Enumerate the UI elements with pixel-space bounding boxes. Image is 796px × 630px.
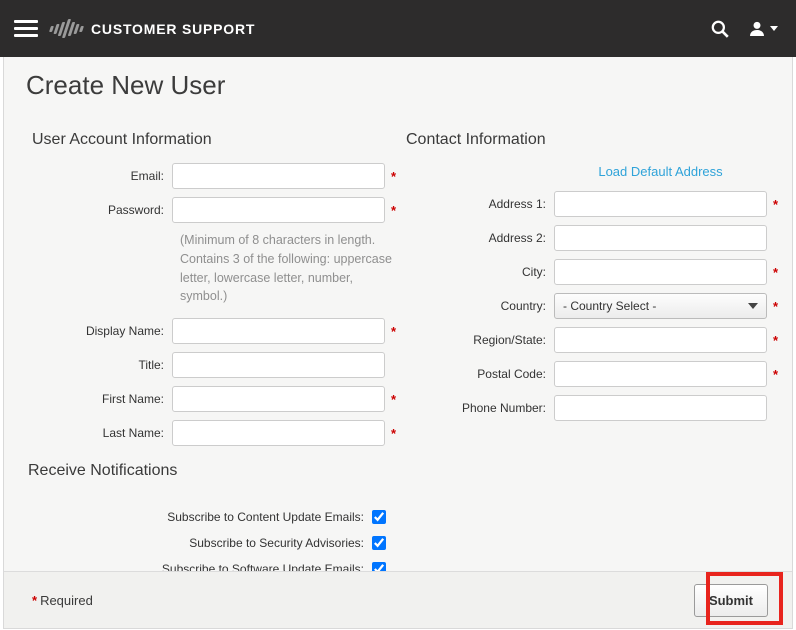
required-asterisk: * (32, 593, 37, 608)
email-label: Email: (20, 169, 172, 183)
security-advisories-row: Subscribe to Security Advisories: (4, 536, 792, 550)
user-menu[interactable] (748, 20, 778, 38)
password-requirements-note: (Minimum of 8 characters in length. Cont… (180, 231, 398, 306)
required-asterisk: * (391, 426, 396, 441)
title-label: Title: (20, 358, 172, 372)
hamburger-menu-icon[interactable] (14, 20, 38, 37)
chevron-down-icon (748, 303, 758, 309)
city-row: City: * (404, 259, 792, 285)
phone-number-row: Phone Number: (404, 395, 792, 421)
required-asterisk: * (773, 299, 778, 314)
display-name-row: Display Name: * (20, 318, 404, 344)
region-state-row: Region/State: * (404, 327, 792, 353)
address2-row: Address 2: (404, 225, 792, 251)
password-input[interactable] (172, 197, 385, 223)
required-note: *Required (32, 593, 93, 608)
region-state-input[interactable] (554, 327, 767, 353)
load-default-address-link[interactable]: Load Default Address (598, 164, 722, 179)
submit-button[interactable]: Submit (694, 584, 768, 617)
address1-label: Address 1: (404, 197, 554, 211)
display-name-input[interactable] (172, 318, 385, 344)
security-advisories-label: Subscribe to Security Advisories: (4, 536, 372, 550)
city-label: City: (404, 265, 554, 279)
country-select-value: - Country Select - (563, 299, 656, 313)
first-name-input[interactable] (172, 386, 385, 412)
account-section-title: User Account Information (32, 131, 404, 149)
last-name-row: Last Name: * (20, 420, 404, 446)
required-asterisk: * (391, 203, 396, 218)
email-input[interactable] (172, 163, 385, 189)
search-icon[interactable] (710, 19, 730, 39)
contact-info-section: Contact Information Load Default Address… (404, 131, 792, 454)
last-name-label: Last Name: (20, 426, 172, 440)
content-update-emails-row: Subscribe to Content Update Emails: (4, 510, 792, 524)
content-update-emails-checkbox[interactable] (372, 510, 386, 524)
brand-wave-logo-icon (50, 16, 83, 42)
address1-input[interactable] (554, 191, 767, 217)
address2-input[interactable] (554, 225, 767, 251)
password-label: Password: (20, 203, 172, 217)
country-select[interactable]: - Country Select - (554, 293, 767, 319)
address1-row: Address 1: * (404, 191, 792, 217)
phone-number-label: Phone Number: (404, 401, 554, 415)
country-label: Country: (404, 299, 554, 313)
required-label: Required (40, 593, 93, 608)
brand-title: CUSTOMER SUPPORT (91, 21, 255, 37)
first-name-row: First Name: * (20, 386, 404, 412)
required-asterisk: * (773, 197, 778, 212)
required-asterisk: * (391, 324, 396, 339)
required-asterisk: * (773, 367, 778, 382)
required-asterisk: * (773, 265, 778, 280)
app-window: CUSTOMER SUPPORT Create New User (0, 0, 796, 630)
required-asterisk: * (391, 392, 396, 407)
security-advisories-checkbox[interactable] (372, 536, 386, 550)
notifications-section-title: Receive Notifications (28, 462, 792, 480)
phone-number-input[interactable] (554, 395, 767, 421)
account-info-section: User Account Information Email: * Passwo… (4, 131, 404, 454)
password-row: Password: * (20, 197, 404, 223)
required-asterisk: * (773, 333, 778, 348)
form-footer: *Required Submit (4, 571, 792, 628)
address2-label: Address 2: (404, 231, 554, 245)
email-row: Email: * (20, 163, 404, 189)
country-row: Country: - Country Select - * (404, 293, 792, 319)
last-name-input[interactable] (172, 420, 385, 446)
user-icon (748, 20, 766, 38)
city-input[interactable] (554, 259, 767, 285)
display-name-label: Display Name: (20, 324, 172, 338)
first-name-label: First Name: (20, 392, 172, 406)
top-navbar: CUSTOMER SUPPORT (0, 0, 796, 57)
postal-code-input[interactable] (554, 361, 767, 387)
title-input[interactable] (172, 352, 385, 378)
notifications-section: Receive Notifications Subscribe to Conte… (4, 462, 792, 576)
content-update-emails-label: Subscribe to Content Update Emails: (4, 510, 372, 524)
page-content: Create New User User Account Information… (3, 57, 793, 629)
contact-section-title: Contact Information (406, 131, 792, 149)
postal-code-label: Postal Code: (404, 367, 554, 381)
postal-code-row: Postal Code: * (404, 361, 792, 387)
required-asterisk: * (391, 169, 396, 184)
title-row: Title: (20, 352, 404, 378)
region-state-label: Region/State: (404, 333, 554, 347)
chevron-down-icon (770, 26, 778, 31)
page-title: Create New User (26, 70, 792, 101)
